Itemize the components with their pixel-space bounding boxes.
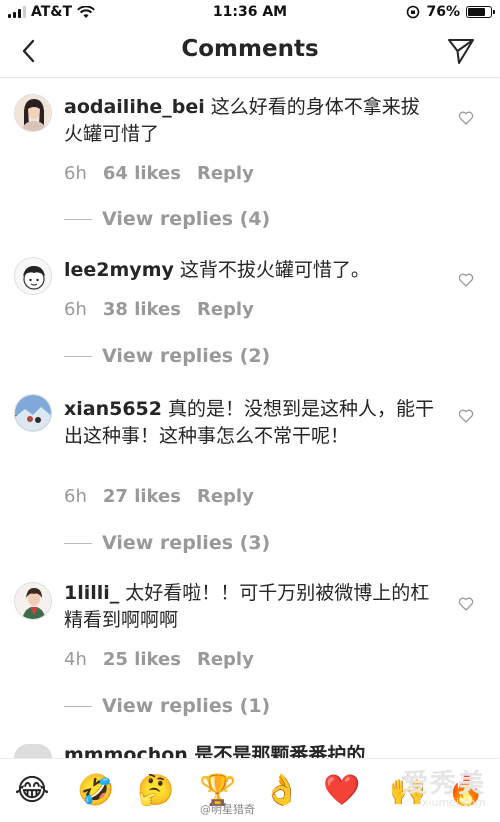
ok-hand-emoji-button[interactable]: 👌 [262,771,302,811]
orientation-lock-icon [407,5,420,19]
avatar[interactable] [14,582,52,620]
view-replies-label: View replies (2) [102,345,271,367]
divider-line [64,705,92,707]
avatar[interactable] [14,394,52,432]
reply-button[interactable]: Reply [197,299,254,320]
view-replies-button[interactable]: View replies (4) [64,208,270,230]
view-replies-button[interactable]: View replies (1) [64,695,270,717]
rofl-emoji-button[interactable]: 🤣 [76,771,116,811]
divider-line [64,542,92,544]
comment-meta: 6h 64 likes Reply [64,163,254,184]
comment-text: 这背不拔火罐可惜了。 [179,259,370,281]
page-title: Comments [181,36,319,62]
comment-meta: 6h 38 likes Reply [64,299,254,320]
comment-likes[interactable]: 27 likes [103,486,181,507]
site-watermark: 爱秀美 ixiumei.com [402,763,486,809]
comment-likes[interactable]: 64 likes [103,163,181,184]
comment-meta: 4h 25 likes Reply [64,649,254,670]
share-button[interactable] [446,36,476,66]
heart-icon[interactable] [458,596,474,612]
comment-likes[interactable]: 25 likes [103,649,181,670]
comment-body: xian5652 真的是！没想到是这种人，能干出这种事！这种事怎么不常干呢！ [64,396,434,450]
battery-icon [466,6,495,18]
comment-username[interactable]: xian5652 [64,398,162,420]
view-replies-label: View replies (3) [102,532,271,554]
comment-body: aodailihe_bei 这么好看的身体不拿来拔火罐可惜了 [64,94,434,148]
view-replies-label: View replies (4) [102,208,271,230]
comment-username[interactable]: 1lilli_ [64,582,119,604]
comment-likes[interactable]: 38 likes [103,299,181,320]
battery-percent: 76% [426,4,460,20]
emoji-reaction-bar: 😂 🤣 🤔 🏆 👌 ❤️ 🙌 🔥 @明星猎奇 爱秀美 ixiumei.com [0,758,500,822]
comment-time: 4h [64,649,87,670]
battery-fill [468,8,485,16]
comment-body: 1lilli_ 太好看啦！！可千万别被微博上的杠精看到啊啊啊 [64,580,434,634]
reply-button[interactable]: Reply [197,649,254,670]
watermark-logo-text: 爱秀美 [401,769,486,799]
heart-icon[interactable] [458,272,474,288]
view-replies-button[interactable]: View replies (2) [64,345,270,367]
divider-line [64,218,92,220]
heart-emoji-button[interactable]: ❤️ [322,771,362,811]
avatar[interactable] [14,744,52,758]
status-right: 76% [406,4,495,20]
avatar[interactable] [14,257,52,295]
send-icon [448,39,474,64]
comment-username[interactable]: aodailihe_bei [64,96,205,118]
comment-time: 6h [64,299,87,320]
comment-time: 6h [64,163,87,184]
weibo-watermark: @明星猎奇 [200,803,255,816]
comment-username[interactable]: lee2mymy [64,259,174,281]
divider-line [64,355,92,357]
status-bar: AT&T 11:36 AM 76% [0,0,500,26]
comment-body: lee2mymy 这背不拔火罐可惜了。 [64,257,434,284]
view-replies-label: View replies (1) [102,695,271,717]
comment-time: 6h [64,486,87,507]
comments-header: Comments [0,26,500,78]
tears-of-joy-emoji-button[interactable]: 😂 [12,771,52,811]
heart-icon[interactable] [458,110,474,126]
view-replies-button[interactable]: View replies (3) [64,532,270,554]
comment-text-partial: mmmochon 是不是那颗番番护的 [64,744,366,758]
reply-button[interactable]: Reply [197,486,254,507]
heart-icon[interactable] [458,408,474,424]
avatar[interactable] [14,94,52,132]
thinking-emoji-button[interactable]: 🤔 [136,771,176,811]
comment-meta: 6h 27 likes Reply [64,486,254,507]
reply-button[interactable]: Reply [197,163,254,184]
